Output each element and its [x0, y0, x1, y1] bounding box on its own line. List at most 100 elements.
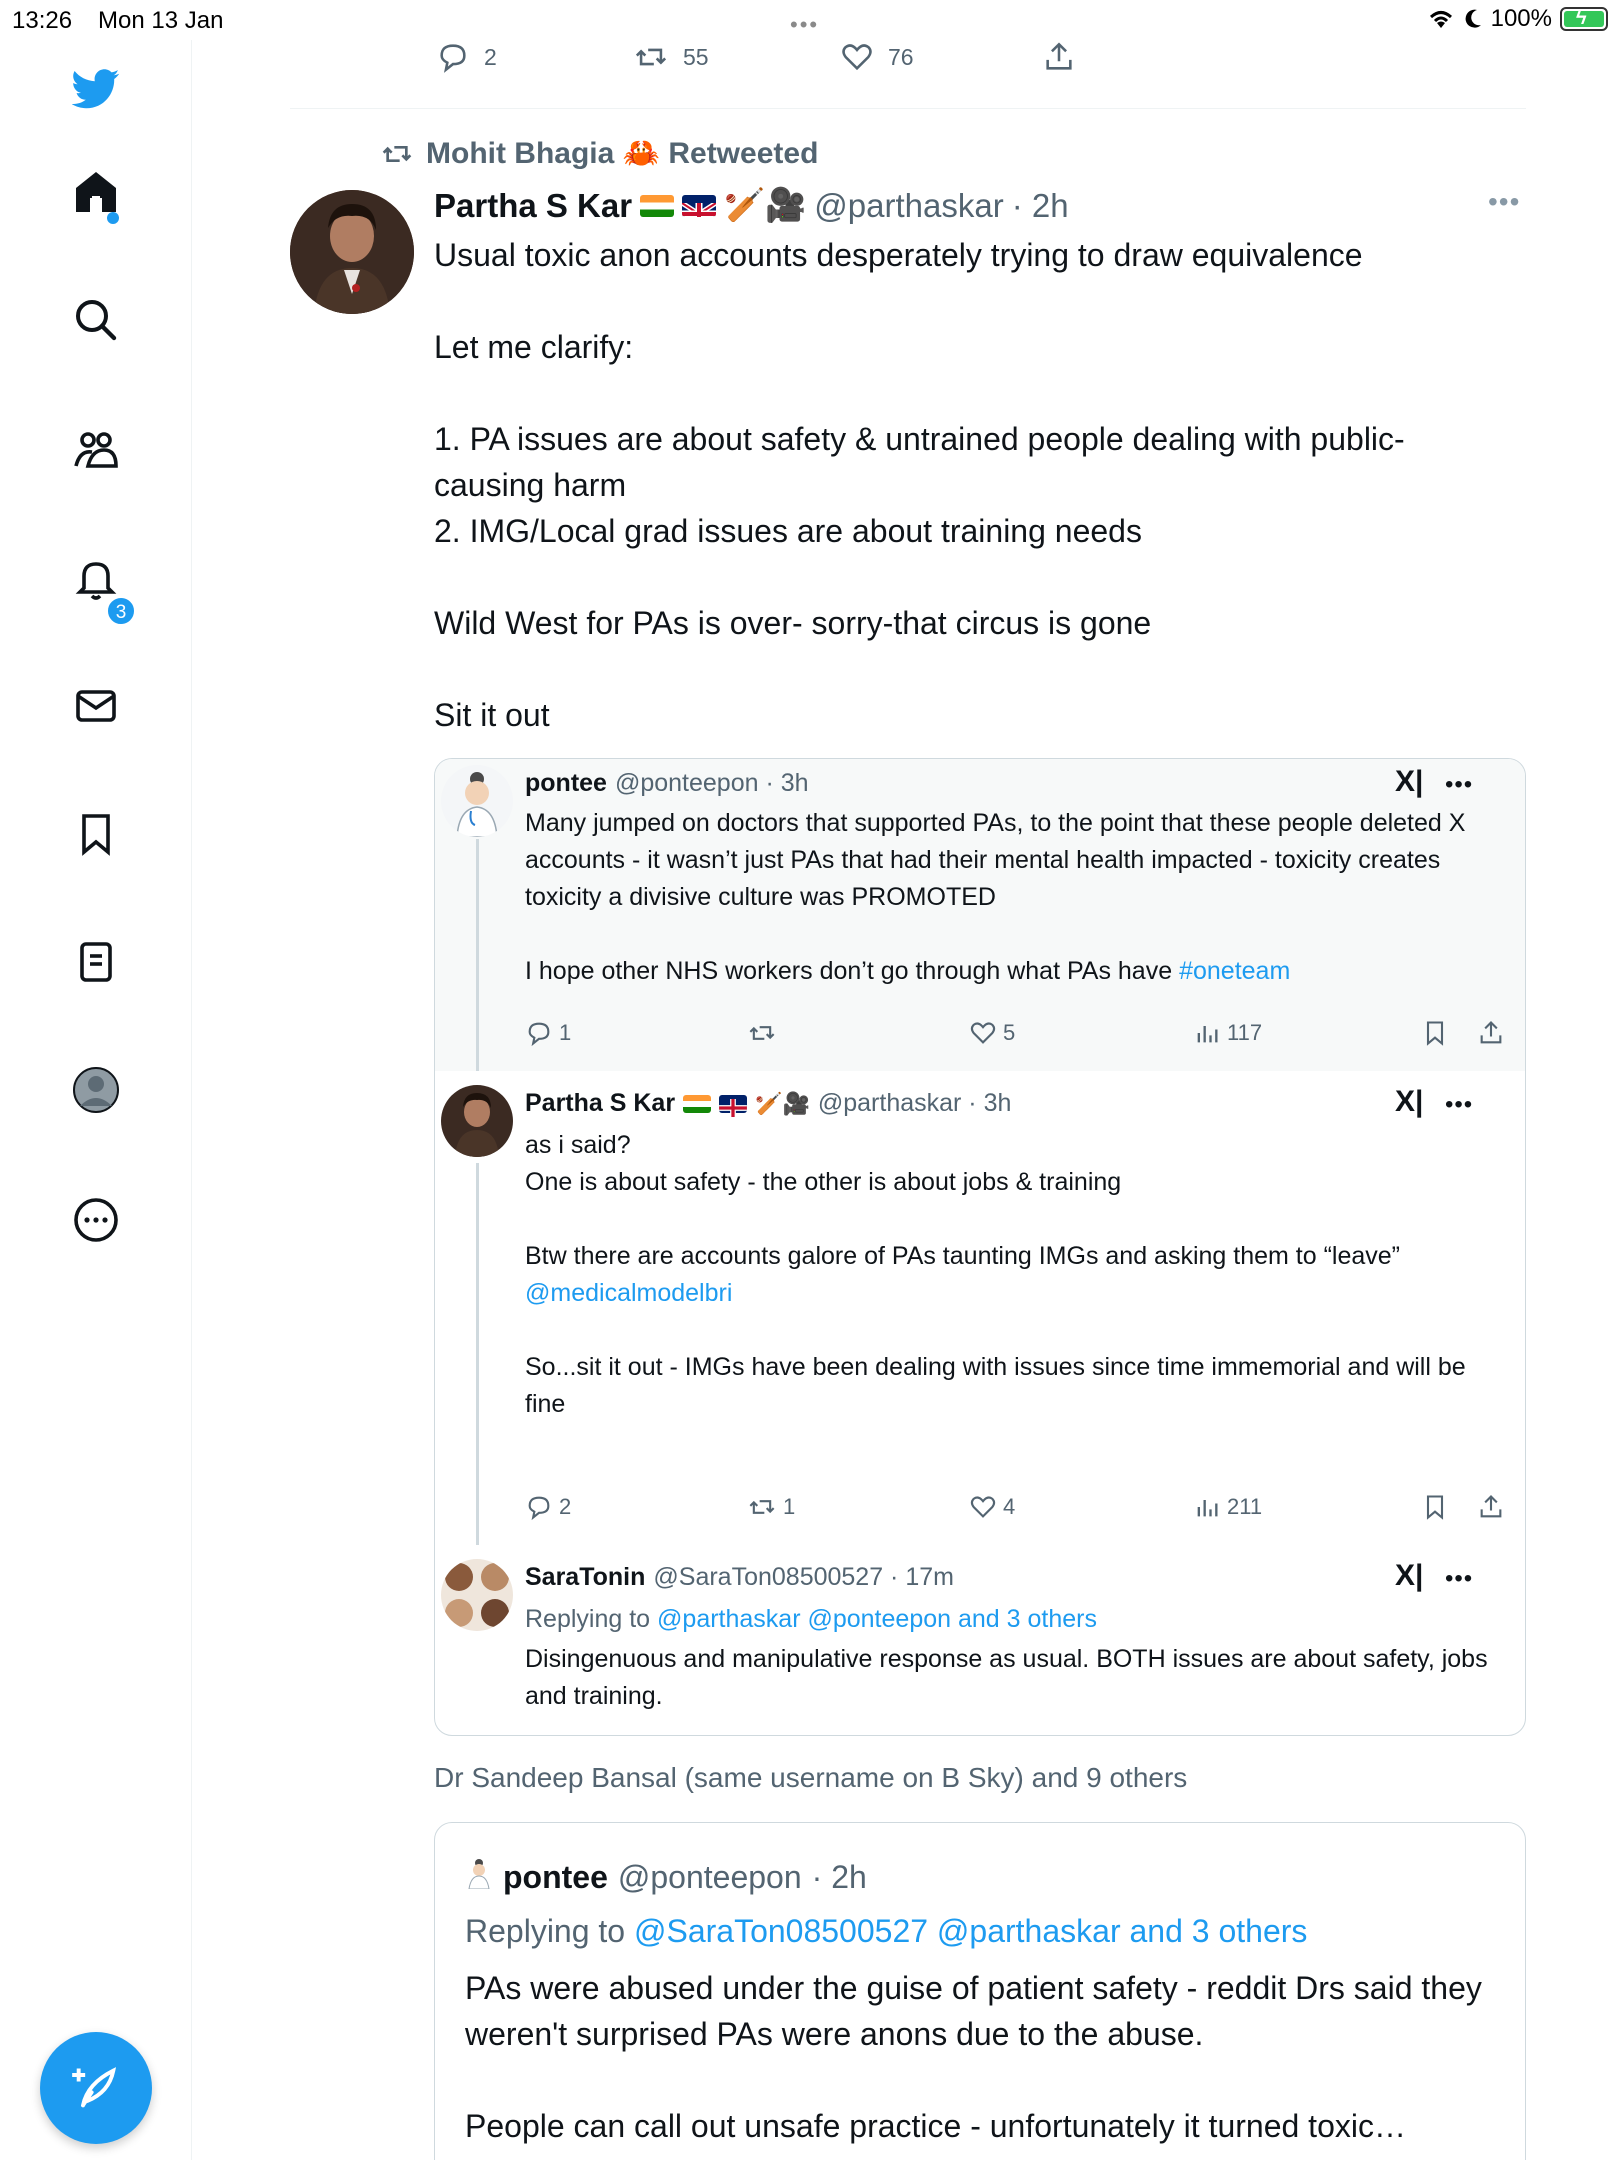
battery-icon: ϟ	[1560, 7, 1608, 31]
embedded-reply: 2	[525, 1493, 571, 1521]
embedded-replying-to: Replying to @parthaskar @ponteepon and 3…	[525, 1601, 1505, 1638]
compose-feather-icon[interactable]	[40, 2032, 152, 2144]
reply-tweet[interactable]: pontee @ponteepon · 2h Replying to @Sara…	[434, 1822, 1526, 2160]
home-icon[interactable]	[70, 166, 122, 218]
reply-author-name[interactable]: pontee	[503, 1859, 608, 1896]
embedded-bookmark-icon	[1421, 1019, 1449, 1047]
reply-button[interactable]: 2	[436, 40, 497, 74]
embedded-retweet: 1	[747, 1493, 795, 1521]
bookmark-icon[interactable]	[70, 808, 122, 860]
replying-prefix: Replying to	[465, 1913, 634, 1949]
embedded-reply-count: 1	[559, 1020, 572, 1045]
prev-tweet-actions: 2 55 76	[290, 40, 1526, 80]
twitter-logo-icon[interactable]	[70, 62, 122, 114]
embedded-author-name: SaraTonin	[525, 1563, 646, 1591]
share-button[interactable]	[1042, 40, 1076, 80]
retweet-icon	[635, 48, 667, 66]
x-logo-icon: X|	[1395, 1559, 1424, 1592]
thread-line	[476, 1163, 479, 1545]
reply-icon	[440, 44, 466, 73]
embedded-post-1-body: Many jumped on doctors that supported PA…	[525, 809, 1466, 985]
embedded-more-icon: •••	[1445, 771, 1474, 798]
author-handle[interactable]: @parthaskar	[814, 187, 1003, 225]
embedded-view-count: 117	[1227, 1020, 1263, 1045]
retweet-context[interactable]: Mohit Bhagia 🦀 Retweeted	[378, 136, 818, 171]
x-logo-icon: X|	[1395, 765, 1424, 798]
embedded-like: 5	[969, 1019, 1015, 1047]
retweet-icon	[749, 1026, 775, 1040]
embedded-author-name: pontee	[525, 769, 607, 797]
embedded-like-count: 4	[1003, 1494, 1016, 1519]
embedded-bookmark-icon	[1421, 1493, 1449, 1521]
replying-to-links: @parthaskar @ponteepon and 3 others	[657, 1605, 1097, 1633]
notifications-badge: 3	[106, 596, 136, 626]
saratonin-avatar	[441, 1559, 513, 1631]
share-icon	[1046, 42, 1072, 70]
uk-flag-icon	[719, 1094, 748, 1117]
reply-header: pontee @ponteepon · 2h	[465, 1857, 867, 1897]
embedded-views: 211	[1193, 1493, 1262, 1521]
embedded-views: 117	[1193, 1019, 1262, 1047]
reply-replying-to: Replying to @SaraTon08500527 @parthaskar…	[465, 1913, 1307, 1950]
reply-author-handle[interactable]: @ponteepon	[618, 1859, 802, 1896]
reply-time: · 2h	[811, 1858, 867, 1895]
multitasking-dots-icon[interactable]: •••	[790, 12, 819, 38]
tweet-time: · 2h	[1011, 186, 1069, 224]
replying-to-links[interactable]: @SaraTon08500527 @parthaskar and 3 other…	[634, 1913, 1307, 1949]
heart-icon	[842, 44, 872, 71]
communities-icon[interactable]	[70, 424, 122, 476]
retweet-icon	[749, 1500, 775, 1514]
embedded-post-1-text: Many jumped on doctors that supported PA…	[525, 805, 1505, 990]
author-name[interactable]: Partha S Kar	[434, 187, 632, 225]
embedded-post-2-header: Partha S Kar 🏏🎥 @parthaskar · 3h	[525, 1089, 1011, 1118]
hashtag-link: #oneteam	[1179, 957, 1291, 985]
embedded-like-count: 5	[1003, 1020, 1016, 1045]
reply-count: 2	[484, 43, 497, 70]
tweet-more-icon[interactable]: •••	[1488, 186, 1520, 218]
liked-by[interactable]: Dr Sandeep Bansal (same username on B Sk…	[434, 1762, 1187, 1794]
heart-icon	[970, 1496, 996, 1518]
embedded-post-2-text-b: So...sit it out - IMGs have been dealing…	[525, 1353, 1466, 1418]
retweet-button[interactable]: 55	[633, 40, 709, 74]
mention-link: @medicalmodelbri	[525, 1279, 733, 1307]
retweet-count: 55	[683, 43, 709, 70]
sidebar: 3	[0, 40, 192, 2160]
embedded-post-3-text: Disingenuous and manipulative response a…	[525, 1645, 1488, 1710]
embedded-author-handle: @ponteepon · 3h	[614, 769, 809, 797]
status-right: 100% ϟ	[1427, 5, 1608, 33]
like-button[interactable]: 76	[840, 40, 914, 74]
embedded-share-icon	[1477, 1019, 1505, 1047]
embedded-screenshot[interactable]: pontee @ponteepon · 3h X| ••• Many jumpe…	[434, 758, 1526, 1736]
embedded-view-count: 211	[1227, 1494, 1263, 1519]
messages-envelope-icon[interactable]	[70, 680, 122, 732]
embedded-retweet-count: 1	[783, 1494, 796, 1519]
profile-avatar-icon[interactable]	[70, 1064, 122, 1116]
india-flag-icon	[640, 194, 675, 217]
embedded-share-icon	[1477, 1493, 1505, 1521]
status-time: 13:26	[12, 7, 73, 34]
embedded-reply-count: 2	[559, 1494, 572, 1519]
embedded-author-name: Partha S Kar	[525, 1089, 676, 1117]
heart-icon	[970, 1022, 996, 1044]
embedded-post-1: pontee @ponteepon · 3h X| ••• Many jumpe…	[435, 759, 1525, 1071]
replying-prefix: Replying to	[525, 1605, 658, 1633]
x-logo-icon: X|	[1395, 1085, 1424, 1118]
retweeted-by: Mohit Bhagia 🦀 Retweeted	[426, 137, 819, 170]
uk-flag-icon	[682, 194, 717, 217]
embedded-like: 4	[969, 1493, 1015, 1521]
embedded-post-2: Partha S Kar 🏏🎥 @parthaskar · 3h X| ••• …	[435, 1071, 1525, 1545]
search-icon[interactable]	[70, 294, 122, 346]
embedded-post-3: SaraTonin @SaraTon08500527 · 17m X| ••• …	[435, 1545, 1525, 1735]
author-avatar[interactable]	[290, 190, 414, 314]
lists-icon[interactable]	[70, 936, 122, 988]
tweet-divider	[290, 108, 1526, 109]
embedded-more-icon: •••	[1445, 1091, 1474, 1118]
more-icon[interactable]	[70, 1194, 122, 1246]
pontee-avatar	[441, 765, 513, 837]
status-date: Mon 13 Jan	[98, 7, 224, 34]
like-count: 76	[888, 43, 914, 70]
embedded-post-1-header: pontee @ponteepon · 3h	[525, 769, 809, 798]
embedded-author-handle: @SaraTon08500527 · 17m	[653, 1563, 954, 1591]
wifi-icon	[1429, 11, 1452, 28]
reply-icon	[528, 1496, 550, 1521]
